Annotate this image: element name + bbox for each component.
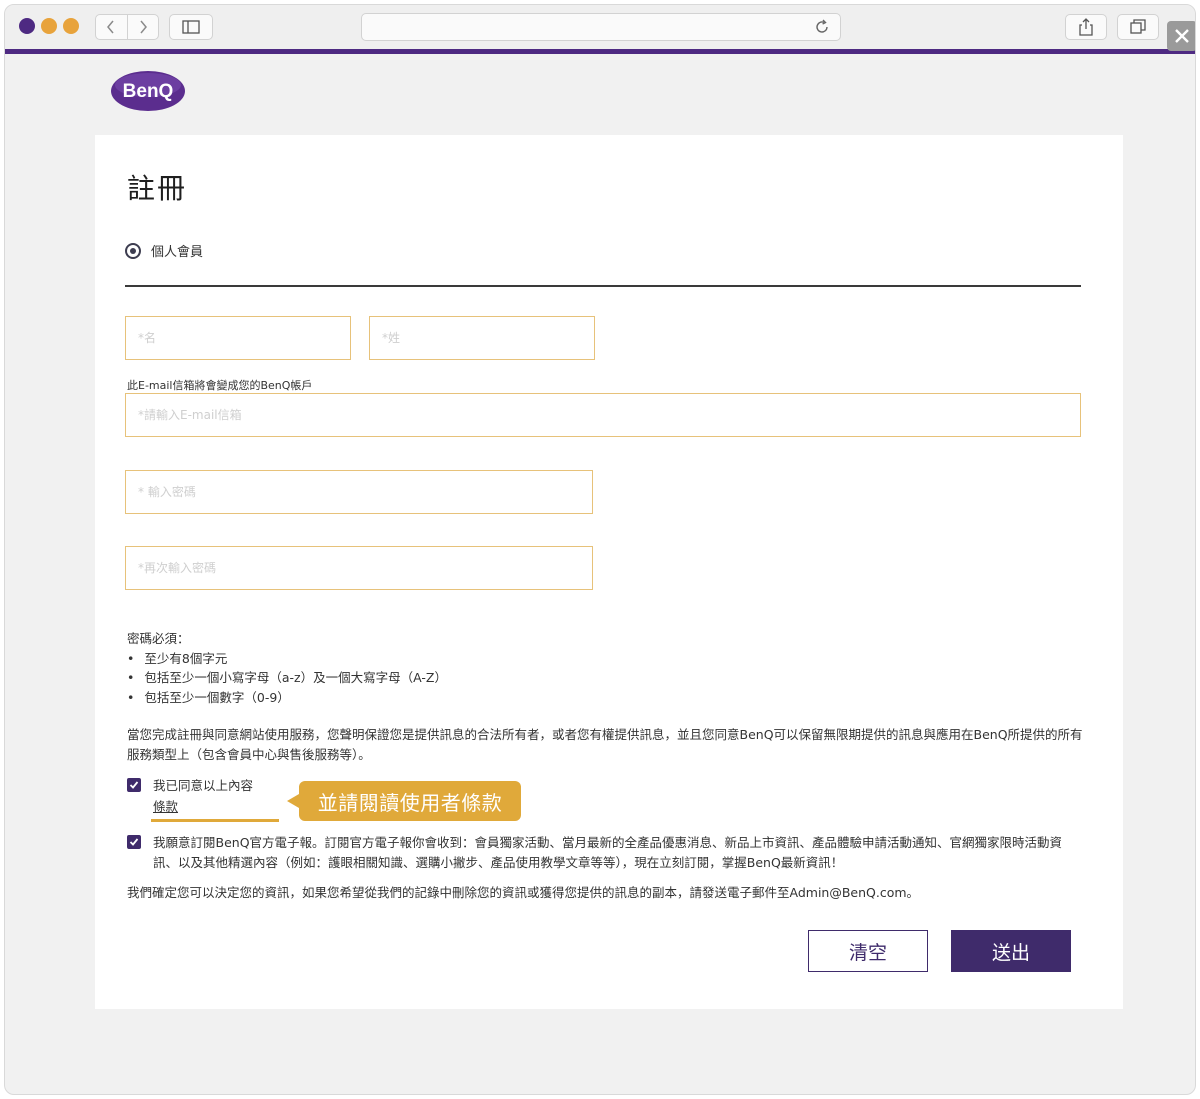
first-name-input[interactable] [126, 317, 350, 359]
first-name-field[interactable] [125, 316, 351, 360]
agree-terms-row[interactable]: 我已同意以上內容 條款 [127, 776, 253, 815]
email-note: 此E-mail信箱將會變成您的BenQ帳戶 [127, 379, 313, 392]
checkmark-icon [129, 781, 139, 789]
newsletter-label: 我願意訂閱BenQ官方電子報。訂閱官方電子報你會收到：會員獨家活動、當月最新的全… [153, 835, 1063, 870]
last-name-field[interactable] [369, 316, 595, 360]
address-bar[interactable] [361, 13, 841, 41]
tabs-icon [1130, 19, 1146, 34]
tabs-overview-button[interactable] [1117, 14, 1159, 40]
accent-bar [5, 49, 1195, 54]
browser-window: BenQ 註冊 個人會員 此E-mail信箱將會變成您的BenQ帳戶 密碼必須： [4, 4, 1196, 1095]
password-confirm-field[interactable] [125, 546, 593, 590]
radio-selected[interactable] [125, 242, 141, 259]
last-name-input[interactable] [370, 317, 594, 359]
browser-toolbar [5, 5, 1195, 49]
newsletter-row[interactable]: 我願意訂閱BenQ官方電子報。訂閱官方電子報你會收到：會員獨家活動、當月最新的全… [127, 833, 1067, 873]
submit-button[interactable]: 送出 [951, 930, 1071, 972]
member-type-label: 個人會員 [151, 245, 204, 260]
reload-icon[interactable] [814, 19, 830, 35]
password-rules-title: 密碼必須： [127, 631, 190, 646]
password-rule: 至少有8個字元 [127, 649, 447, 669]
chevron-left-icon [107, 20, 115, 34]
password-input[interactable] [126, 471, 592, 513]
navigation-buttons [95, 14, 159, 40]
password-field[interactable] [125, 470, 593, 514]
window-zoom-dot[interactable] [63, 18, 79, 34]
terms-highlight [151, 819, 279, 822]
close-icon [1175, 29, 1189, 43]
window-close-dot[interactable] [19, 18, 35, 34]
page-title: 註冊 [127, 172, 188, 205]
checkmark-icon [129, 838, 139, 846]
logo-text: BenQ [123, 81, 174, 102]
password-rule: 包括至少一個小寫字母（a-z）及一個大寫字母（A-Z） [127, 668, 447, 688]
password-rule: 包括至少一個數字（0-9） [127, 688, 447, 708]
chevron-right-icon [140, 20, 147, 34]
agree-label: 我已同意以上內容 [153, 778, 254, 793]
close-overlay-button[interactable] [1167, 21, 1195, 51]
terms-callout: 並請閱讀使用者條款 [287, 781, 521, 821]
sidebar-toggle-button[interactable] [169, 14, 213, 40]
member-type-option[interactable]: 個人會員 [125, 241, 203, 260]
password-rules-list: 至少有8個字元 包括至少一個小寫字母（a-z）及一個大寫字母（A-Z） 包括至少… [127, 649, 447, 708]
forward-button[interactable] [126, 15, 158, 39]
email-input[interactable] [126, 394, 1080, 436]
password-rules: 密碼必須： 至少有8個字元 包括至少一個小寫字母（a-z）及一個大寫字母（A-Z… [127, 629, 447, 707]
agree-checkbox[interactable] [127, 778, 141, 792]
window-minimize-dot[interactable] [41, 18, 57, 34]
clear-button[interactable]: 清空 [808, 930, 928, 972]
newsletter-checkbox[interactable] [127, 835, 141, 849]
share-icon [1079, 18, 1093, 36]
back-button[interactable] [96, 15, 127, 39]
terms-link[interactable]: 條款 [153, 796, 178, 815]
section-divider [125, 285, 1081, 287]
contact-statement: 我們確定您可以決定您的資訊，如果您希望從我們的記錄中刪除您的資訊或獲得您提供的訊… [127, 885, 920, 900]
share-button[interactable] [1065, 14, 1107, 40]
benq-logo[interactable]: BenQ [109, 65, 187, 113]
email-field[interactable] [125, 393, 1081, 437]
registration-card: 註冊 個人會員 此E-mail信箱將會變成您的BenQ帳戶 密碼必須： 至少有8… [95, 135, 1123, 1009]
legal-statement: 當您完成註冊與同意網站使用服務，您聲明保證您是提供訊息的合法所有者，或者您有權提… [127, 727, 1083, 762]
sidebar-icon [182, 20, 200, 34]
password-confirm-input[interactable] [126, 547, 592, 589]
